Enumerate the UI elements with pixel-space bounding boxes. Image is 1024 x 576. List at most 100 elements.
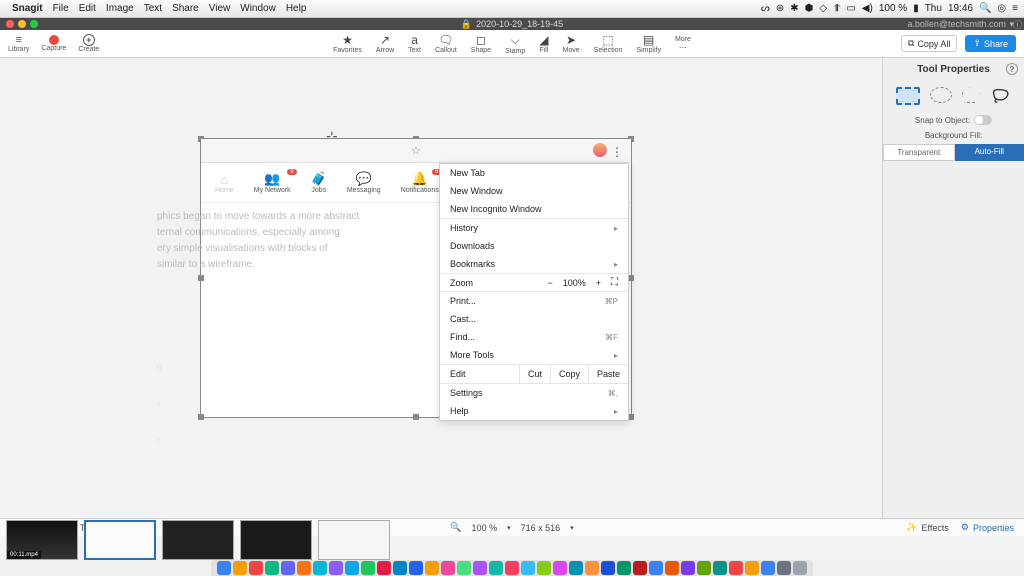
thumbnail-selected[interactable] — [84, 520, 156, 560]
selection-tool[interactable]: ⬚Selection — [594, 33, 623, 54]
dock-app-icon[interactable] — [617, 561, 631, 575]
menu-new-window[interactable]: New Window — [440, 182, 628, 200]
nav-home[interactable]: ⌂Home — [215, 172, 234, 194]
help-icon[interactable]: ? — [1006, 63, 1018, 75]
bgfill-transparent[interactable]: Transparent — [883, 144, 955, 161]
dock-app-icon[interactable] — [345, 561, 359, 575]
dock-app-icon[interactable] — [521, 561, 535, 575]
zoom-icon[interactable]: 🔍 — [450, 522, 461, 533]
dock-app-icon[interactable] — [425, 561, 439, 575]
nav-messaging[interactable]: 💬Messaging — [347, 171, 381, 194]
menu-copy[interactable]: Copy — [550, 365, 588, 383]
zoom-window[interactable] — [30, 20, 38, 28]
menu-new-incognito[interactable]: New Incognito Window — [440, 200, 628, 218]
captured-image[interactable]: ☆ ⋮ ⌂Home 👥9My Network 🧳Jobs 💬Messaging … — [200, 138, 632, 418]
callout-tool[interactable]: 🗨Callout — [435, 33, 457, 54]
menu-history[interactable]: History▸ — [440, 219, 628, 237]
copy-all-button[interactable]: ⧉Copy All — [901, 35, 957, 52]
menu-bookmarks[interactable]: Bookmarks▸ — [440, 255, 628, 273]
zoom-dropdown-icon[interactable]: ▾ — [507, 524, 511, 532]
dock-app-icon[interactable] — [777, 561, 791, 575]
thumbnail[interactable] — [240, 520, 312, 560]
zoom-in[interactable]: + — [596, 278, 601, 288]
dock-app-icon[interactable] — [457, 561, 471, 575]
bookmark-star-icon[interactable]: ☆ — [411, 144, 421, 157]
volume-icon[interactable]: ◀︎) — [862, 3, 873, 14]
nav-network[interactable]: 👥9My Network — [254, 171, 291, 194]
dock-app-icon[interactable] — [233, 561, 247, 575]
dock-app-icon[interactable] — [393, 561, 407, 575]
dock-app-icon[interactable] — [329, 561, 343, 575]
dock-app-icon[interactable] — [505, 561, 519, 575]
dock-app-icon[interactable] — [745, 561, 759, 575]
library-button[interactable]: ≡Library — [8, 34, 29, 53]
share-button[interactable]: ⇪Share — [965, 35, 1016, 52]
shape-tool[interactable]: ◻︎Shape — [471, 33, 491, 54]
notifications-icon[interactable]: ≡ — [1012, 3, 1018, 14]
fill-tool[interactable]: ◢Fill — [539, 33, 548, 54]
arrow-tool[interactable]: ↗Arrow — [376, 33, 394, 54]
lasso-selection[interactable] — [990, 87, 1012, 103]
oval-selection[interactable] — [930, 87, 952, 103]
dock-app-icon[interactable] — [265, 561, 279, 575]
dock-app-icon[interactable] — [313, 561, 327, 575]
dock-app-icon[interactable] — [361, 561, 375, 575]
search-icon[interactable]: 🔍 — [979, 3, 991, 14]
menu-paste[interactable]: Paste — [588, 365, 628, 383]
dock-app-icon[interactable] — [473, 561, 487, 575]
fullscreen-icon[interactable]: ⛶ — [611, 277, 618, 288]
menu-settings[interactable]: Settings⌘, — [440, 384, 628, 402]
app-name[interactable]: Snagit — [12, 3, 43, 14]
dock-app-icon[interactable] — [665, 561, 679, 575]
create-button[interactable]: +Create — [78, 34, 99, 53]
menu-window[interactable]: Window — [240, 3, 276, 14]
menu-downloads[interactable]: Downloads — [440, 237, 628, 255]
snap-toggle[interactable] — [974, 115, 992, 125]
nav-jobs[interactable]: 🧳Jobs — [311, 171, 327, 194]
polygon-selection[interactable] — [962, 87, 980, 103]
menu-cast[interactable]: Cast... — [440, 310, 628, 328]
dock-app-icon[interactable] — [489, 561, 503, 575]
menu-help[interactable]: Help — [286, 3, 307, 14]
dock-app-icon[interactable] — [681, 561, 695, 575]
nav-notifications[interactable]: 🔔61Notifications — [401, 171, 439, 194]
menu-view[interactable]: View — [209, 3, 231, 14]
dock-app-icon[interactable] — [729, 561, 743, 575]
account[interactable]: a.bollen@techsmith.com — [907, 19, 1006, 29]
dock-app-icon[interactable] — [601, 561, 615, 575]
dock-app-icon[interactable] — [585, 561, 599, 575]
close-window[interactable] — [6, 20, 14, 28]
dock-app-icon[interactable] — [441, 561, 455, 575]
dock-app-icon[interactable] — [633, 561, 647, 575]
minimize-window[interactable] — [18, 20, 26, 28]
battery-icon[interactable]: ▮ — [913, 3, 919, 14]
effects-button[interactable]: ✨Effects — [906, 522, 949, 533]
wifi-icon[interactable]: ⥣ — [833, 3, 840, 14]
control-center-icon[interactable]: ◎ — [997, 3, 1006, 14]
menu-find[interactable]: Find...⌘F — [440, 328, 628, 346]
menu-more-tools[interactable]: More Tools▸ — [440, 346, 628, 364]
stamp-tool[interactable]: ⌵Stamp — [505, 33, 525, 55]
menu-text[interactable]: Text — [144, 3, 162, 14]
menu-print[interactable]: Print...⌘P — [440, 292, 628, 310]
bgfill-autofill[interactable]: Auto-Fill — [955, 144, 1024, 161]
dock-app-icon[interactable] — [761, 561, 775, 575]
rect-selection[interactable] — [896, 87, 920, 105]
dock-app-icon[interactable] — [281, 561, 295, 575]
dock-app-icon[interactable] — [409, 561, 423, 575]
thumbnail[interactable] — [162, 520, 234, 560]
canvas[interactable]: ⊹⬚ ☆ ⋮ ⌂Home 👥9My Network 🧳Jobs 💬Messagi… — [0, 58, 882, 518]
menu-new-tab[interactable]: New Tab — [440, 164, 628, 182]
chrome-menu-icon[interactable]: ⋮ — [611, 145, 623, 159]
dock-app-icon[interactable] — [377, 561, 391, 575]
capture-button[interactable]: Capture — [41, 35, 66, 52]
dock-app-icon[interactable] — [713, 561, 727, 575]
dock-app-icon[interactable] — [553, 561, 567, 575]
menu-edit[interactable]: Edit — [79, 3, 96, 14]
profile-avatar[interactable] — [593, 143, 607, 157]
thumbnail[interactable] — [318, 520, 390, 560]
zoom-out[interactable]: − — [547, 278, 552, 288]
more-tools[interactable]: More⋯ — [675, 36, 691, 52]
menu-image[interactable]: Image — [106, 3, 134, 14]
dock-app-icon[interactable] — [217, 561, 231, 575]
